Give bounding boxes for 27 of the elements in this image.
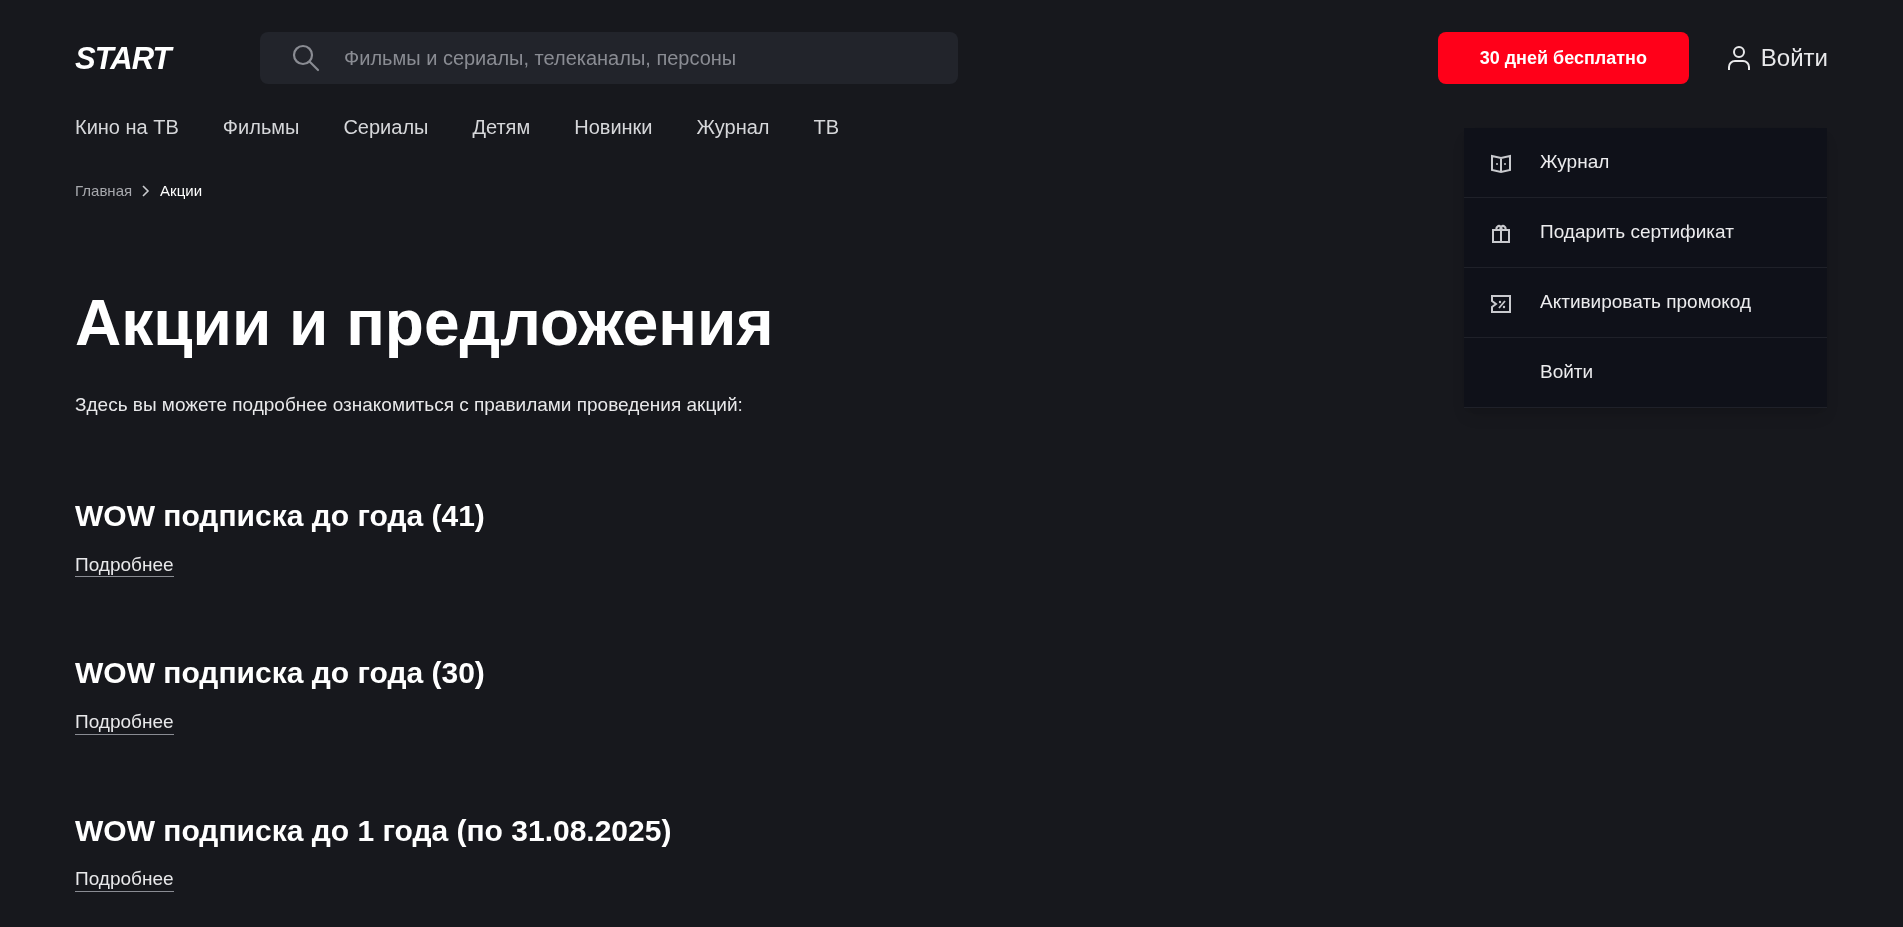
description: Здесь вы можете подробнее ознакомиться с правилами проведения акций: [75, 392, 743, 417]
details-link[interactable]: Подробнее [75, 867, 174, 892]
promo-title: WOW подписка до года (41) [75, 498, 485, 534]
nav-link[interactable]: Фильмы [222, 112, 300, 142]
breadcrumb-link[interactable]: Главная [75, 180, 133, 203]
promo-title: WOW подписка до года (30) [75, 655, 485, 692]
search-field[interactable]: Фильмы и сериалы, телеканалы, персоны [260, 32, 958, 84]
menu-item[interactable]: Подарить сертификат [1464, 198, 1827, 268]
menu-item[interactable]: Активировать промокод [1464, 268, 1827, 338]
details-link[interactable]: Подробнее [75, 709, 174, 735]
search-icon [292, 44, 320, 72]
nav-link[interactable]: ТВ [813, 112, 840, 142]
login-button[interactable]: Войти [1726, 40, 1828, 76]
free-trial-button[interactable]: 30 дней бесплатно [1437, 32, 1689, 84]
nav-link[interactable]: Кино на ТВ [75, 112, 179, 142]
breadcrumb-current: Акции [160, 181, 202, 201]
menu-item[interactable]: Войти [1464, 338, 1827, 408]
nav-link[interactable]: Сериалы [343, 112, 429, 142]
nav-link[interactable]: Детям [472, 112, 531, 142]
menu-item[interactable]: Журнал [1464, 128, 1827, 198]
logo[interactable]: START [75, 42, 217, 74]
promo-title: WOW подписка до 1 года (по 31.08.2025) [75, 812, 672, 849]
user-icon [1726, 45, 1751, 71]
nav-link[interactable]: Новинки [574, 112, 653, 142]
chevron-right-icon [142, 185, 151, 198]
nav-link[interactable]: Журнал [696, 112, 770, 142]
details-link[interactable]: Подробнее [75, 552, 174, 578]
